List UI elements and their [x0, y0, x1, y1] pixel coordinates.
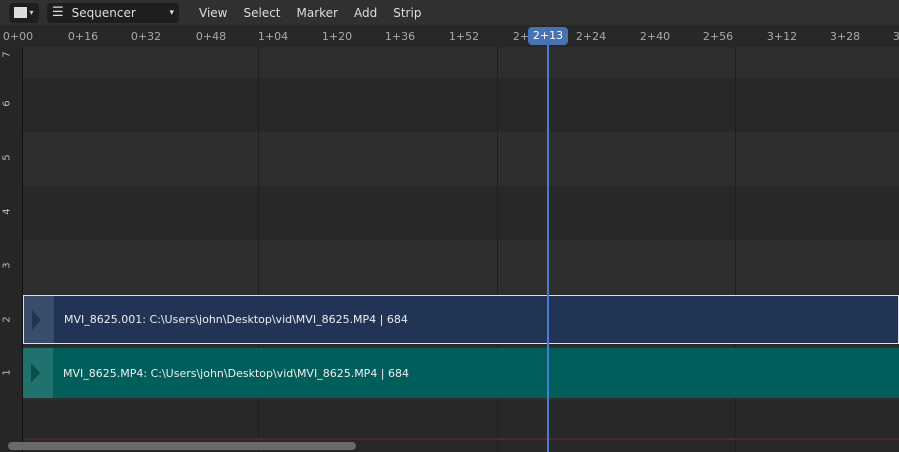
mode-label: Sequencer: [71, 5, 136, 20]
editor-type-button[interactable]: ▾: [9, 2, 39, 23]
channel-number: 7: [1, 51, 13, 58]
menu-add[interactable]: Add: [346, 6, 385, 20]
ruler-tick-label: 3+12: [766, 30, 798, 43]
ruler-tick-label: 0+48: [195, 30, 227, 43]
playhead-line[interactable]: [547, 45, 549, 452]
menu-select[interactable]: Select: [235, 6, 288, 20]
channel-gutter: 7 6 5 4 3 2 1: [0, 47, 23, 452]
ruler-tick-label: 0+32: [130, 30, 162, 43]
channel-row-7: [23, 47, 899, 78]
ruler-tick-label: 2+40: [639, 30, 671, 43]
strip-label: MVI_8625.MP4: C:\Users\john\Desktop\vid\…: [63, 366, 410, 380]
ruler-tick-label: 0+16: [67, 30, 99, 43]
horizontal-scrollbar[interactable]: [8, 442, 356, 450]
ruler-tick-label: 1+20: [321, 30, 353, 43]
menu-view[interactable]: View: [191, 6, 235, 20]
channel-number: 1: [1, 369, 13, 376]
menu-marker[interactable]: Marker: [289, 6, 346, 20]
channel-number: 4: [1, 208, 13, 215]
ruler-tick-label: 0+00: [2, 30, 34, 43]
channel-row-5: [23, 132, 899, 186]
channel-number: 5: [1, 154, 13, 161]
ruler-tick-label: 2+56: [702, 30, 734, 43]
chevron-down-icon: ▾: [29, 8, 34, 17]
view-type-dropdown[interactable]: ☰ Sequencer ▾: [47, 2, 179, 23]
channel-row-4: [23, 186, 899, 240]
header-bar: ▾ ☰ Sequencer ▾ View Select Marker Add S…: [0, 0, 899, 25]
ruler-tick-label: 1+52: [448, 30, 480, 43]
channel-row-6: [23, 78, 899, 132]
channel-number: 3: [1, 262, 13, 269]
current-frame-indicator[interactable]: 2+13: [528, 27, 568, 45]
strip-mvi-8625-001[interactable]: MVI_8625.001: C:\Users\john\Desktop\vid\…: [23, 295, 899, 344]
timeline-ruler[interactable]: 0+000+160+320+481+041+201+361+522+082+24…: [0, 25, 899, 47]
channel-row-3: [23, 240, 899, 294]
strip-mvi-8625[interactable]: MVI_8625.MP4: C:\Users\john\Desktop\vid\…: [23, 348, 899, 398]
frame-range-bar: [23, 438, 899, 440]
chevron-down-icon: ▾: [169, 7, 174, 18]
channel-number: 2: [1, 316, 13, 323]
play-triangle-icon: [31, 309, 41, 330]
strip-label: MVI_8625.001: C:\Users\john\Desktop\vid\…: [64, 313, 408, 326]
ruler-tick-label: 1+04: [257, 30, 289, 43]
strip-left-handle[interactable]: [24, 296, 54, 343]
ruler-tick-label: 2+24: [575, 30, 607, 43]
ruler-tick-label: 1+36: [384, 30, 416, 43]
strip-left-handle[interactable]: [23, 348, 53, 398]
ruler-tick-label: 3+28: [829, 30, 861, 43]
channel-number: 6: [1, 100, 13, 107]
play-triangle-icon: [30, 363, 40, 383]
menu-strip[interactable]: Strip: [385, 6, 429, 20]
ruler-tick-label: 3+44: [892, 30, 899, 43]
clapperboard-icon: [14, 7, 28, 18]
sequencer-icon: ☰: [52, 5, 64, 20]
